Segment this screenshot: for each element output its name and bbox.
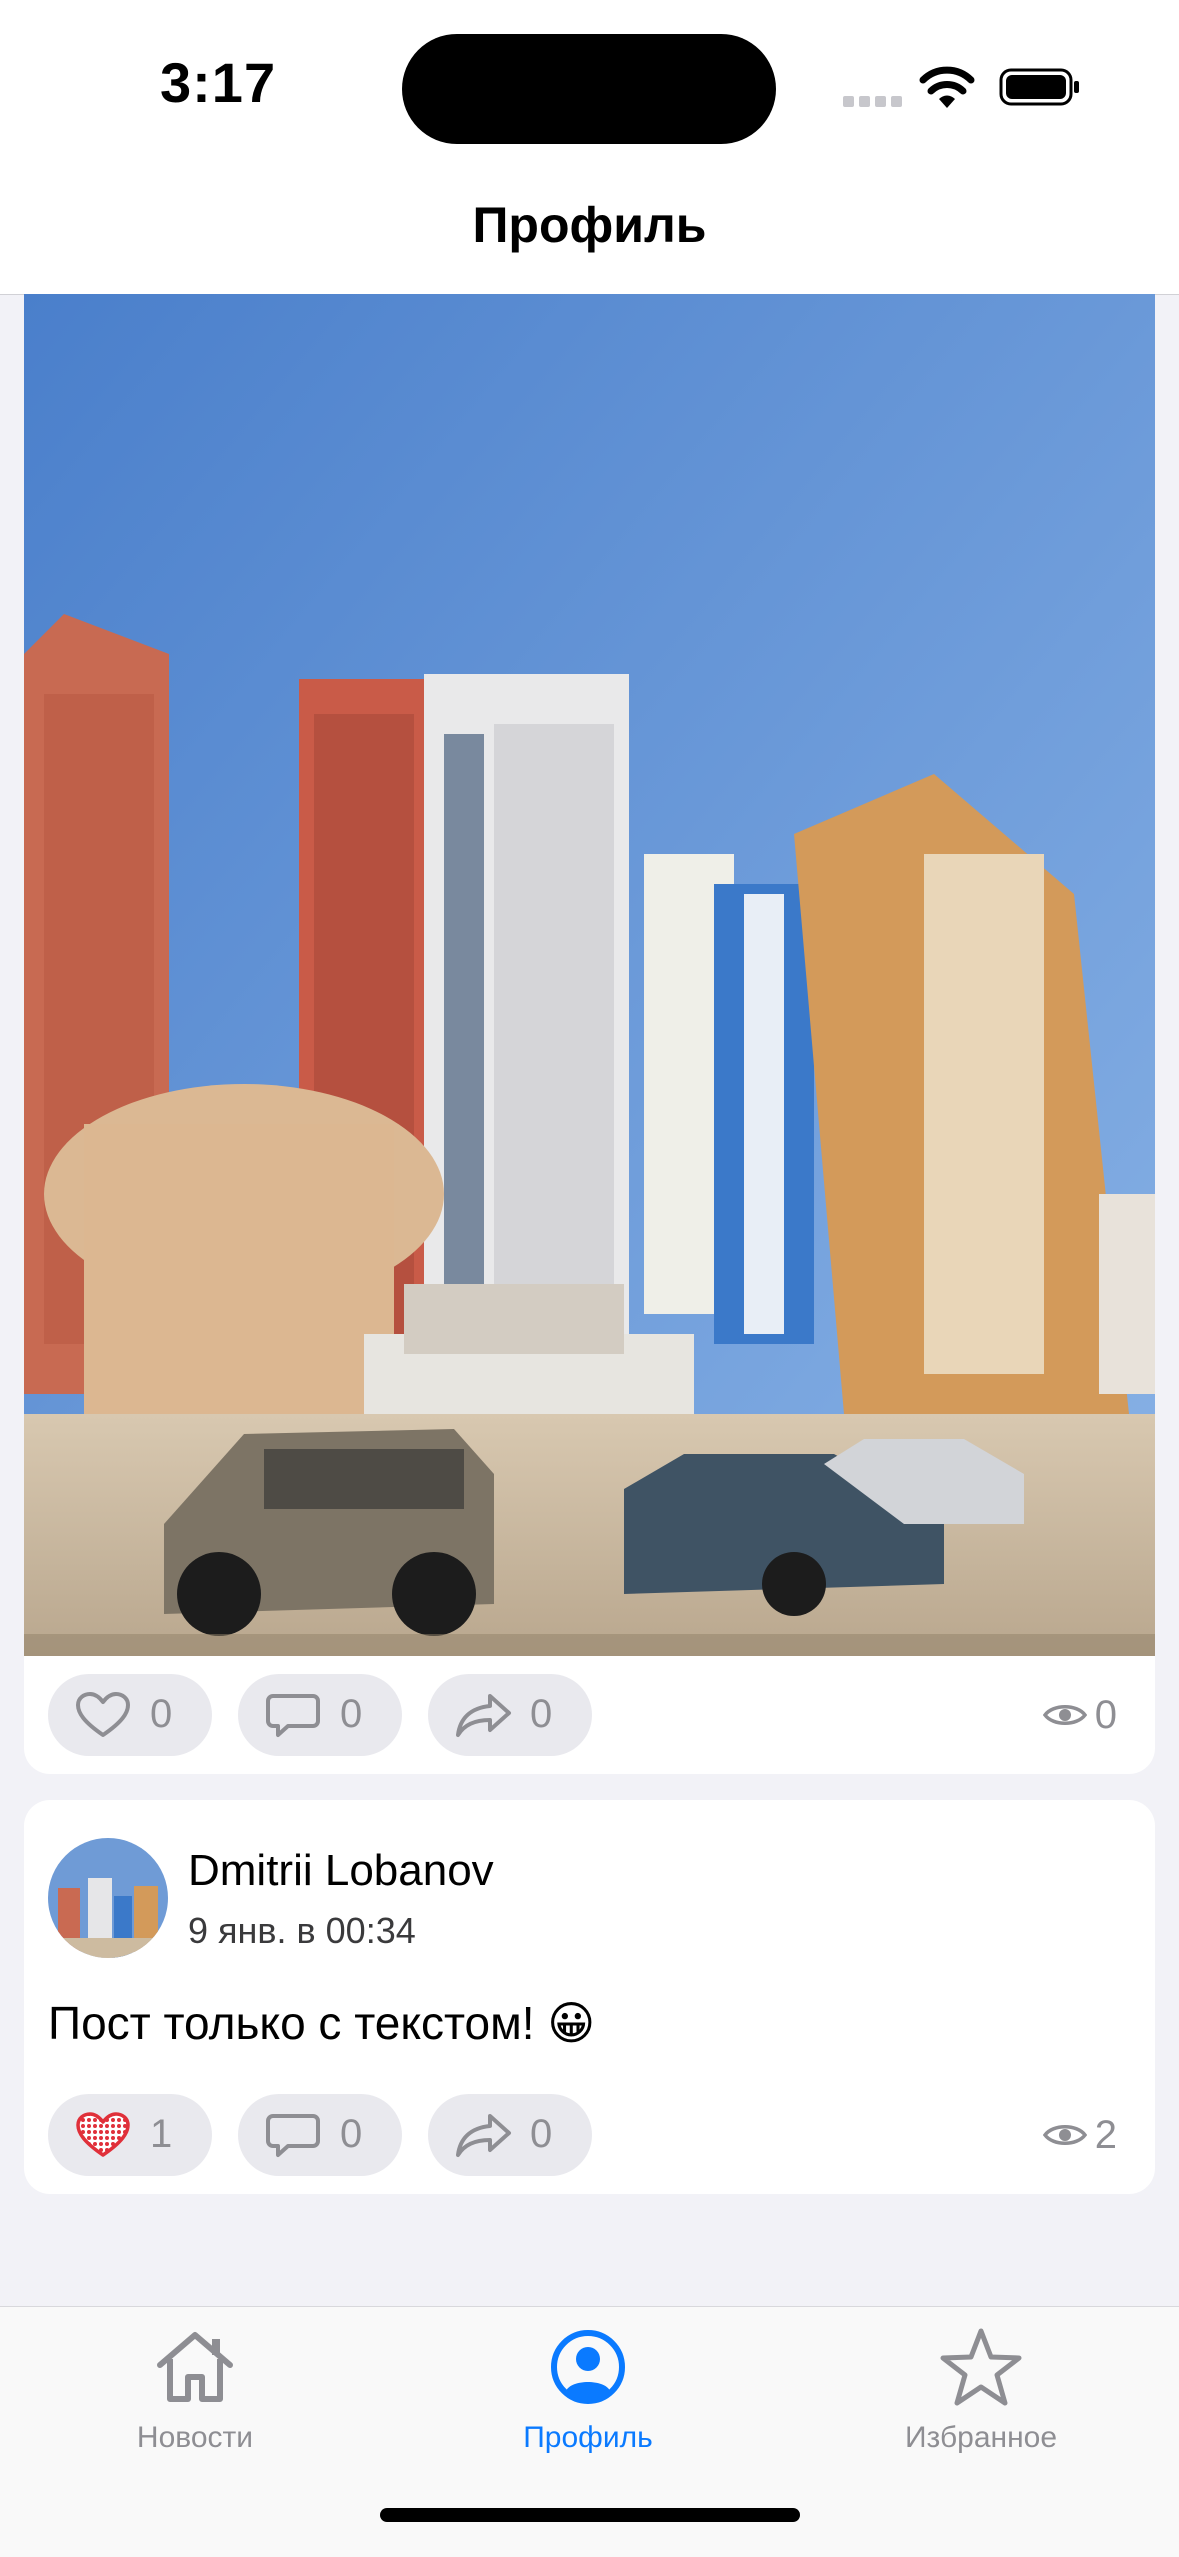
post-card: 0 0 0 0 [24,294,1155,1774]
share-button[interactable]: 0 [428,2094,592,2176]
comment-button[interactable]: 0 [238,2094,402,2176]
share-arrow-icon [456,2114,511,2157]
person-circle-icon [551,2330,625,2404]
status-time: 3:17 [160,51,277,114]
views-count: 0 [1094,1692,1117,1737]
heart-outline-icon [76,1692,130,1737]
post-card: Dmitrii Lobanov 9 янв. в 00:34 Пост толь… [24,1800,1155,2194]
tab-label: Избранное [904,2421,1058,2454]
share-count: 0 [530,2112,553,2156]
like-button[interactable]: 1 [48,2094,212,2176]
comment-bubble-icon [266,1694,320,1737]
house-icon [157,2332,233,2402]
views-counter: 2 [1042,2094,1117,2176]
star-icon [940,2328,1022,2406]
navigation-bar: Профиль [0,170,1179,295]
like-count: 1 [150,2112,173,2156]
page-title: Профиль [472,197,707,253]
tab-label: Профиль [523,2421,653,2454]
views-count: 2 [1094,2112,1117,2157]
author-name[interactable]: Dmitrii Lobanov [188,1846,494,1896]
tab-news[interactable]: Новости [45,2327,345,2455]
comment-bubble-icon [266,2114,320,2157]
status-bar: 3:17 [0,0,1179,170]
eye-icon [1042,2125,1087,2145]
post-text: Пост только с текстом! 😀 [48,1997,596,2049]
eye-icon [1042,1705,1087,1725]
comment-count: 0 [340,1692,363,1736]
tab-profile[interactable]: Профиль [438,2327,738,2455]
post-date: 9 янв. в 00:34 [188,1910,416,1951]
comment-count: 0 [340,2112,363,2156]
like-count: 0 [150,1692,173,1736]
share-arrow-icon [456,1694,511,1737]
views-counter: 0 [1042,1674,1117,1756]
battery-icon [999,68,1079,106]
like-button[interactable]: 0 [48,1674,212,1756]
home-indicator [380,2508,800,2522]
avatar[interactable] [48,1838,168,1958]
comment-button[interactable]: 0 [238,1674,402,1756]
share-count: 0 [530,1692,553,1736]
share-button[interactable]: 0 [428,1674,592,1756]
tab-favorites[interactable]: Избранное [831,2327,1131,2455]
wifi-icon [919,66,975,108]
tab-label: Новости [136,2421,254,2454]
signal-dots-icon [843,94,907,112]
post-image[interactable] [24,294,1155,1656]
heart-filled-icon [76,2112,130,2157]
dynamic-island [402,34,776,144]
